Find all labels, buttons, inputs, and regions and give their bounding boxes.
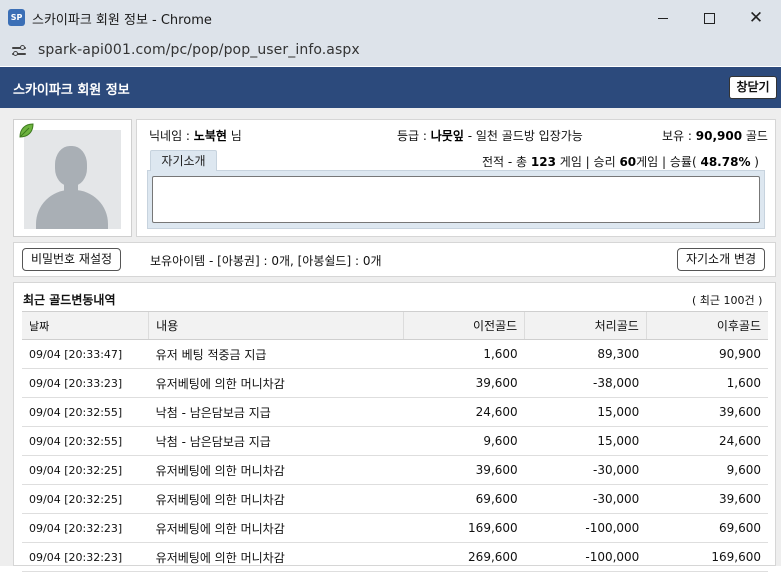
cell-desc: 낙첨 - 남은담보금 지급 [148, 426, 404, 456]
record-total: 123 [530, 155, 556, 169]
owned-items-text: 보유아이템 - [아봉권] : 0개, [아봉쉴드] : 0개 [150, 254, 382, 268]
cell-after: 90,900 [646, 339, 768, 369]
page-title: 스카이파크 회원 정보 [13, 83, 130, 98]
reset-password-button[interactable]: 비밀번호 재설정 [22, 248, 121, 271]
history-count: ( 최근 100건 ) [692, 294, 763, 307]
sp-logo-icon: SP [8, 9, 25, 26]
table-row: 09/04 [20:32:23] 유저베팅에 의한 머니차감 169,600 -… [22, 513, 768, 543]
cell-before: 39,600 [403, 455, 525, 485]
column-header-after: 이후골드 [645, 311, 768, 340]
table-row: 09/04 [20:32:25] 유저베팅에 의한 머니차감 39,600 -3… [22, 455, 768, 485]
item-bar [13, 242, 776, 277]
page-header: 스카이파크 회원 정보 [0, 67, 781, 108]
record-mid2: 게임 | 승률( [636, 155, 701, 169]
owned-label: 보유 : [662, 129, 696, 143]
cell-after: 9,600 [646, 455, 768, 485]
game-record: 전적 - 총 123 게임 | 승리 60게임 | 승률( 48.78% ) [482, 153, 759, 170]
cell-after: 39,600 [646, 484, 768, 514]
cell-after: 1,600 [646, 368, 768, 398]
nickname-suffix: 님 [226, 129, 242, 143]
cell-desc: 유저베팅에 의한 머니차감 [148, 542, 404, 572]
cell-desc: 낙첨 - 남은담보금 지급 [148, 397, 404, 427]
maximize-button[interactable] [686, 3, 732, 33]
browser-window: SP 스카이파크 회원 정보 - Chrome ✕ spark-api001.c… [0, 0, 781, 572]
cell-change: -38,000 [524, 368, 647, 398]
cell-desc: 유저베팅에 의한 머니차감 [148, 513, 404, 543]
owned-suffix: 골드 [742, 129, 768, 143]
cell-date: 09/04 [20:32:25] [22, 484, 149, 514]
cell-desc: 유저베팅에 의한 머니차감 [148, 455, 404, 485]
change-intro-button[interactable]: 자기소개 변경 [677, 248, 765, 271]
window-title: 스카이파크 회원 정보 - Chrome [32, 13, 212, 28]
cell-change: -30,000 [524, 484, 647, 514]
table-row: 09/04 [20:32:25] 유저베팅에 의한 머니차감 69,600 -3… [22, 484, 768, 514]
column-header-date: 날짜 [22, 311, 149, 340]
table-row: 09/04 [20:33:47] 유저 베팅 적중금 지급 1,600 89,3… [22, 339, 768, 369]
cell-before: 24,600 [403, 397, 525, 427]
cell-after: 39,600 [646, 397, 768, 427]
minimize-button[interactable] [640, 3, 686, 33]
history-table: 날짜 내용 이전골드 처리골드 이후골드 09/04 [20:33:47] 유저… [22, 311, 768, 572]
close-popup-button[interactable]: 창닫기 [729, 76, 777, 99]
leaf-icon [19, 123, 34, 138]
cell-date: 09/04 [20:32:25] [22, 455, 149, 485]
cell-date: 09/04 [20:32:23] [22, 542, 149, 572]
table-row: 09/04 [20:32:23] 유저베팅에 의한 머니차감 269,600 -… [22, 542, 768, 572]
cell-desc: 유저베팅에 의한 머니차감 [148, 484, 404, 514]
grade-label: 등급 : [397, 129, 431, 143]
column-header-desc: 내용 [148, 311, 404, 340]
address-bar[interactable]: spark-api001.com/pc/pop/pop_user_info.as… [0, 36, 781, 66]
cell-after: 24,600 [646, 426, 768, 456]
cell-change: 15,000 [524, 426, 647, 456]
cell-change: -30,000 [524, 455, 647, 485]
cell-before: 169,600 [403, 513, 525, 543]
title-bar: SP 스카이파크 회원 정보 - Chrome ✕ [0, 0, 781, 36]
tab-intro[interactable]: 자기소개 [150, 150, 217, 171]
cell-before: 9,600 [403, 426, 525, 456]
grade-value: 나뭇잎 [430, 129, 464, 143]
tune-icon[interactable] [12, 44, 26, 58]
history-title: 최근 골드변동내역 [23, 293, 116, 307]
table-row: 09/04 [20:32:55] 낙첨 - 남은담보금 지급 9,600 15,… [22, 426, 768, 456]
cell-change: 89,300 [524, 339, 647, 369]
nickname-label: 닉네임 : [149, 129, 194, 143]
nickname: 닉네임 : 노북현 님 [149, 127, 242, 144]
profile-photo [13, 119, 132, 237]
column-header-change: 처리골드 [524, 311, 647, 340]
person-icon [24, 130, 121, 229]
owned-value: 90,900 [695, 129, 743, 143]
cell-before: 39,600 [403, 368, 525, 398]
column-header-before: 이전골드 [402, 311, 525, 340]
cell-after: 169,600 [646, 542, 768, 572]
intro-textarea[interactable] [152, 176, 760, 223]
table-row: 09/04 [20:33:23] 유저베팅에 의한 머니차감 39,600 -3… [22, 368, 768, 398]
close-window-button[interactable]: ✕ [733, 3, 779, 33]
cell-date: 09/04 [20:32:55] [22, 397, 149, 427]
cell-after: 69,600 [646, 513, 768, 543]
cell-desc: 유저베팅에 의한 머니차감 [148, 368, 404, 398]
owned-gold: 보유 : 90,900 골드 [662, 127, 768, 144]
grade-suffix: - 일천 골드방 입장가능 [463, 129, 583, 143]
cell-before: 69,600 [403, 484, 525, 514]
record-mid: 게임 | 승리 [555, 155, 620, 169]
nickname-value: 노북현 [193, 129, 227, 143]
cell-change: -100,000 [524, 542, 647, 572]
cell-before: 1,600 [403, 339, 525, 369]
cell-date: 09/04 [20:32:23] [22, 513, 149, 543]
record-rate: 48.78% [700, 155, 751, 169]
history-header-row: 날짜 내용 이전골드 처리골드 이후골드 [22, 311, 768, 340]
record-end: ) [750, 155, 759, 169]
cell-before: 269,600 [403, 542, 525, 572]
record-wins: 60 [619, 155, 637, 169]
cell-date: 09/04 [20:33:47] [22, 339, 149, 369]
record-prefix: 전적 - 총 [482, 155, 531, 169]
grade: 등급 : 나뭇잎 - 일천 골드방 입장가능 [397, 127, 583, 144]
table-row: 09/04 [20:32:55] 낙첨 - 남은담보금 지급 24,600 15… [22, 397, 768, 427]
cell-change: -100,000 [524, 513, 647, 543]
cell-date: 09/04 [20:33:23] [22, 368, 149, 398]
cell-date: 09/04 [20:32:55] [22, 426, 149, 456]
url-text[interactable]: spark-api001.com/pc/pop/pop_user_info.as… [38, 42, 360, 58]
cell-desc: 유저 베팅 적중금 지급 [148, 339, 404, 369]
cell-change: 15,000 [524, 397, 647, 427]
